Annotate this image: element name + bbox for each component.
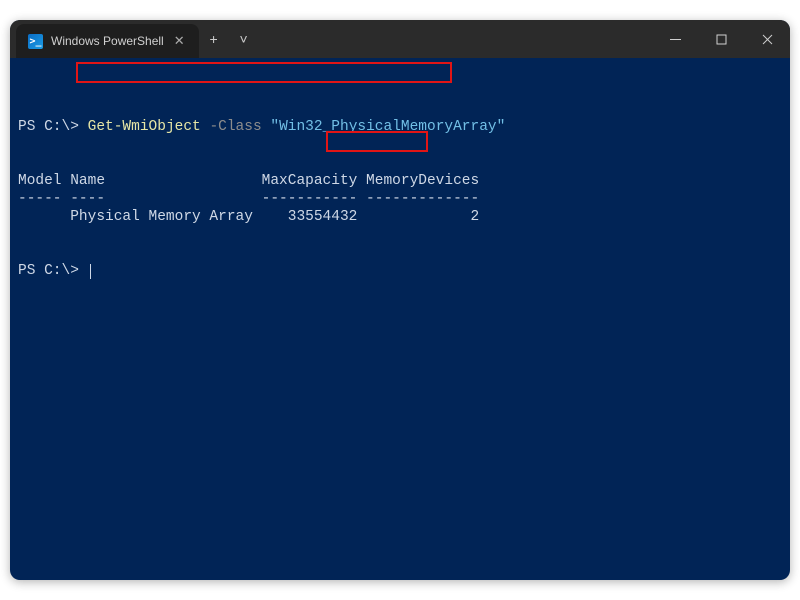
prompt: PS C:\> (18, 119, 88, 135)
close-window-button[interactable] (744, 20, 790, 58)
tab-dropdown-button[interactable]: ˅ (229, 20, 259, 58)
table-row: Physical Memory Array 33554432 2 (18, 209, 479, 225)
tab-powershell[interactable]: >_ Windows PowerShell ✕ (16, 24, 199, 58)
minimize-button[interactable] (652, 20, 698, 58)
powershell-icon: >_ (28, 34, 43, 49)
tab-title: Windows PowerShell (51, 34, 164, 48)
parameter: -Class (209, 119, 261, 135)
minimize-icon (670, 34, 681, 45)
tab-strip: >_ Windows PowerShell ✕ + ˅ (10, 20, 259, 58)
cursor (90, 264, 91, 279)
cmdlet: Get-WmiObject (88, 119, 201, 135)
window-controls (652, 20, 790, 58)
new-tab-button[interactable]: + (199, 20, 229, 58)
maximize-button[interactable] (698, 20, 744, 58)
close-tab-button[interactable]: ✕ (172, 33, 187, 49)
table-header: Model Name MaxCapacity MemoryDevices (18, 173, 479, 189)
powershell-window: >_ Windows PowerShell ✕ + ˅ PS C:\> Get-… (10, 20, 790, 580)
highlight-command (76, 62, 452, 83)
maximize-icon (716, 34, 727, 45)
argument-string: "Win32_PhysicalMemoryArray" (270, 119, 505, 135)
close-icon (762, 34, 773, 45)
titlebar: >_ Windows PowerShell ✕ + ˅ (10, 20, 790, 58)
terminal-pane[interactable]: PS C:\> Get-WmiObject -Class "Win32_Phys… (10, 58, 790, 580)
table-divider: ----- ---- ----------- ------------- (18, 191, 479, 207)
prompt: PS C:\> (18, 263, 88, 279)
